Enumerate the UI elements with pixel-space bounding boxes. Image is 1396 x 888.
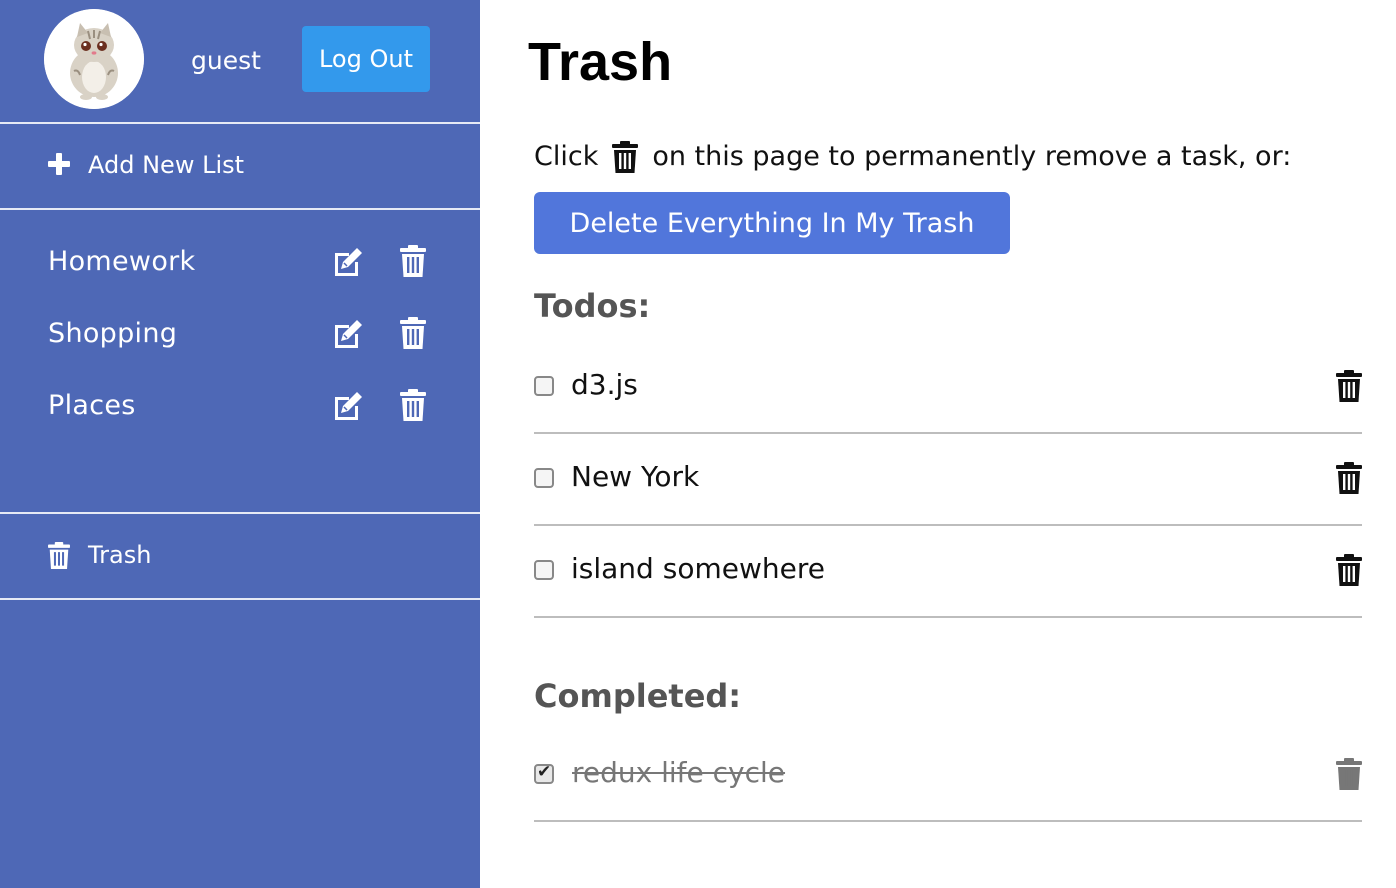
- list-item: redux life cycle: [534, 730, 1362, 822]
- completed-heading: Completed:: [534, 677, 742, 715]
- sidebar-item-homework[interactable]: Homework: [0, 226, 480, 298]
- log-out-button[interactable]: Log Out: [302, 26, 430, 92]
- sidebar-item-trash[interactable]: Trash: [0, 514, 480, 598]
- sidebar-item-places[interactable]: Places: [0, 370, 480, 442]
- todo-text: island somewhere: [571, 552, 825, 585]
- trash-icon[interactable]: [1336, 554, 1362, 586]
- add-new-list-button[interactable]: Add New List: [0, 124, 480, 208]
- delete-everything-button[interactable]: Delete Everything In My Trash: [534, 192, 1010, 254]
- instruction-suffix: on this page to permanently remove a tas…: [652, 140, 1292, 172]
- completed-todo-text: redux life cycle: [572, 756, 786, 789]
- trash-icon[interactable]: [1336, 462, 1362, 494]
- edit-icon[interactable]: [331, 317, 365, 351]
- sidebar-item-shopping[interactable]: Shopping: [0, 298, 480, 370]
- instruction-prefix: Click: [534, 140, 599, 172]
- edit-icon[interactable]: [331, 245, 365, 279]
- list-name: Places: [48, 390, 136, 421]
- todo-checkbox[interactable]: [534, 376, 554, 396]
- list-name: Shopping: [48, 318, 178, 349]
- edit-icon[interactable]: [331, 389, 365, 423]
- main-content: Trash Click on this page to permanently …: [480, 0, 1396, 888]
- page-title: Trash: [528, 32, 673, 92]
- divider: [0, 208, 480, 210]
- profile-header: guest Log Out: [0, 0, 480, 122]
- trash-icon: [612, 140, 639, 173]
- list-item: d3.js: [534, 342, 1362, 434]
- plus-icon: [48, 153, 70, 175]
- todo-checkbox[interactable]: [534, 762, 554, 784]
- add-new-list-label: Add New List: [88, 151, 245, 179]
- todo-checkbox[interactable]: [534, 560, 554, 580]
- todos-heading: Todos:: [534, 287, 651, 325]
- list-item: New York: [534, 434, 1362, 526]
- trash-icon: [48, 542, 70, 569]
- trash-icon[interactable]: [1336, 370, 1362, 402]
- trash-icon[interactable]: [400, 389, 426, 421]
- trash-label: Trash: [88, 541, 152, 569]
- todo-text: d3.js: [571, 368, 638, 401]
- list-name: Homework: [48, 246, 196, 277]
- trash-icon[interactable]: [400, 317, 426, 349]
- instruction-text: Click on this page to permanently remove…: [534, 137, 1291, 176]
- trash-icon[interactable]: [1336, 758, 1362, 790]
- todo-checkbox[interactable]: [534, 468, 554, 488]
- list-item: island somewhere: [534, 526, 1362, 618]
- trash-icon[interactable]: [400, 245, 426, 277]
- sidebar: guest Log Out Add New List Homework Shop…: [0, 0, 480, 888]
- cat-avatar-icon: [44, 9, 144, 109]
- todo-text: New York: [571, 460, 700, 493]
- username: guest: [191, 46, 261, 75]
- divider: [0, 598, 480, 600]
